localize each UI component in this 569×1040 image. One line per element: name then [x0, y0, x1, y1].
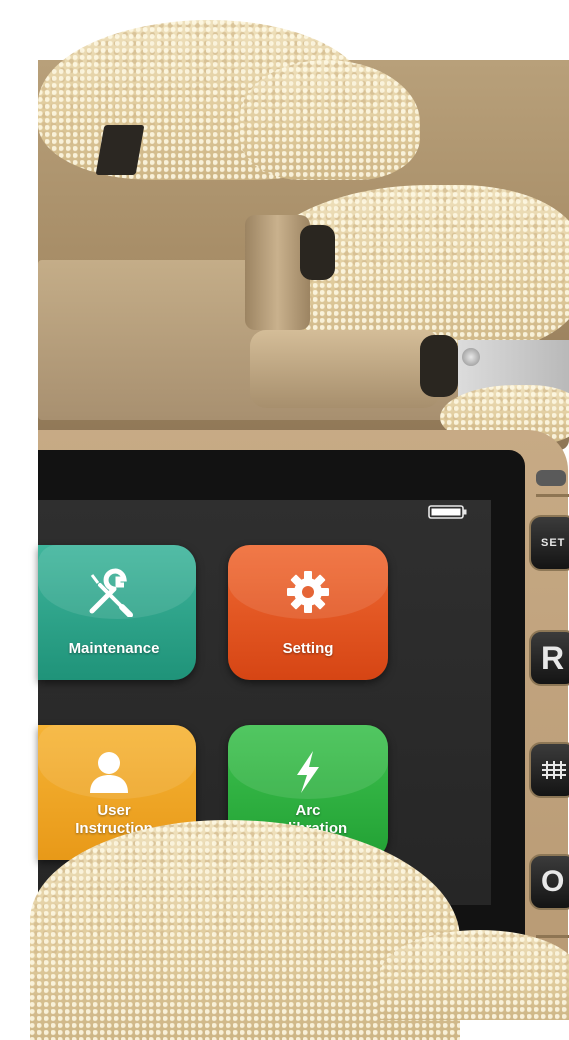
maintenance-label: Maintenance: [68, 640, 160, 657]
setting-tile[interactable]: Setting: [228, 545, 388, 680]
hinge-cylinder: [250, 330, 440, 408]
sand-pile: [380, 930, 569, 1020]
sand-pile: [240, 60, 420, 180]
hinge-knob: [300, 225, 335, 280]
heater-button[interactable]: [529, 742, 569, 798]
maintenance-tile[interactable]: Maintenance: [38, 545, 196, 680]
wrench-screwdriver-icon: [89, 568, 133, 617]
reset-button-label: R: [541, 639, 565, 676]
screw: [462, 348, 480, 366]
battery-icon: [428, 505, 467, 519]
scene: Maintenance Setting User Instruction Arc…: [0, 0, 569, 1040]
reset-button[interactable]: R: [529, 630, 569, 686]
status-led: [536, 470, 566, 486]
bezel-groove: [536, 935, 569, 938]
hinge-knob: [420, 335, 458, 397]
setting-label: Setting: [282, 640, 334, 657]
heater-icon: [542, 761, 566, 779]
gear-icon: [287, 571, 329, 613]
power-button[interactable]: O: [529, 854, 569, 910]
bezel-groove: [536, 494, 569, 497]
set-button[interactable]: SET: [529, 515, 569, 571]
lightning-icon: [297, 751, 319, 793]
user-icon: [90, 752, 128, 793]
set-button-label: SET: [541, 537, 566, 549]
power-button-label: O: [541, 865, 565, 898]
